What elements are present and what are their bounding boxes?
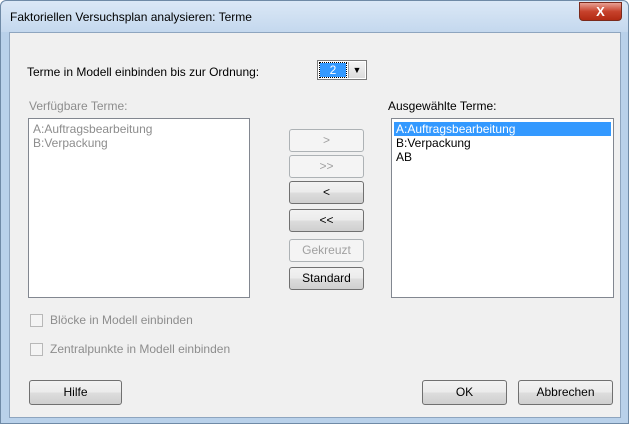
list-item[interactable]: AB	[394, 150, 611, 164]
crossed-button[interactable]: Gekreuzt	[289, 239, 364, 262]
center-points-checkbox[interactable]	[30, 343, 43, 356]
remove-selected-button[interactable]: <	[289, 181, 364, 204]
window-title: Faktoriellen Versuchsplan analysieren: T…	[10, 10, 252, 24]
dialog-window: Faktoriellen Versuchsplan analysieren: T…	[0, 0, 629, 424]
blocks-checkbox[interactable]	[30, 314, 43, 327]
default-button[interactable]: Standard	[289, 267, 364, 290]
blocks-checkbox-label: Blöcke in Modell einbinden	[50, 313, 193, 327]
title-bar[interactable]: Faktoriellen Versuchsplan analysieren: T…	[1, 1, 628, 32]
cancel-button[interactable]: Abbrechen	[518, 380, 613, 405]
center-points-checkbox-label: Zentralpunkte in Modell einbinden	[50, 342, 231, 356]
dialog-body: Terme in Modell einbinden bis zur Ordnun…	[9, 32, 621, 418]
order-label: Terme in Modell einbinden bis zur Ordnun…	[27, 65, 260, 79]
add-selected-button[interactable]: >	[289, 129, 364, 152]
chevron-down-icon[interactable]: ▼	[348, 62, 365, 78]
help-button[interactable]: Hilfe	[29, 380, 122, 405]
selected-terms-list[interactable]: A:Auftragsbearbeitung B:Verpackung AB	[391, 118, 614, 298]
available-terms-list[interactable]: A:Auftragsbearbeitung B:Verpackung	[28, 118, 250, 298]
order-select[interactable]: 2 ▼	[317, 60, 367, 80]
list-item[interactable]: A:Auftragsbearbeitung	[31, 122, 247, 136]
remove-all-button[interactable]: <<	[289, 209, 364, 232]
add-all-button[interactable]: >>	[289, 155, 364, 178]
selected-terms-label: Ausgewählte Terme:	[388, 99, 497, 113]
list-item[interactable]: A:Auftragsbearbeitung	[394, 122, 611, 136]
order-select-value: 2	[319, 62, 347, 78]
close-button[interactable]: X	[579, 2, 622, 21]
list-item[interactable]: B:Verpackung	[394, 136, 611, 150]
list-item[interactable]: B:Verpackung	[31, 136, 247, 150]
available-terms-label: Verfügbare Terme:	[29, 99, 128, 113]
ok-button[interactable]: OK	[422, 380, 507, 405]
